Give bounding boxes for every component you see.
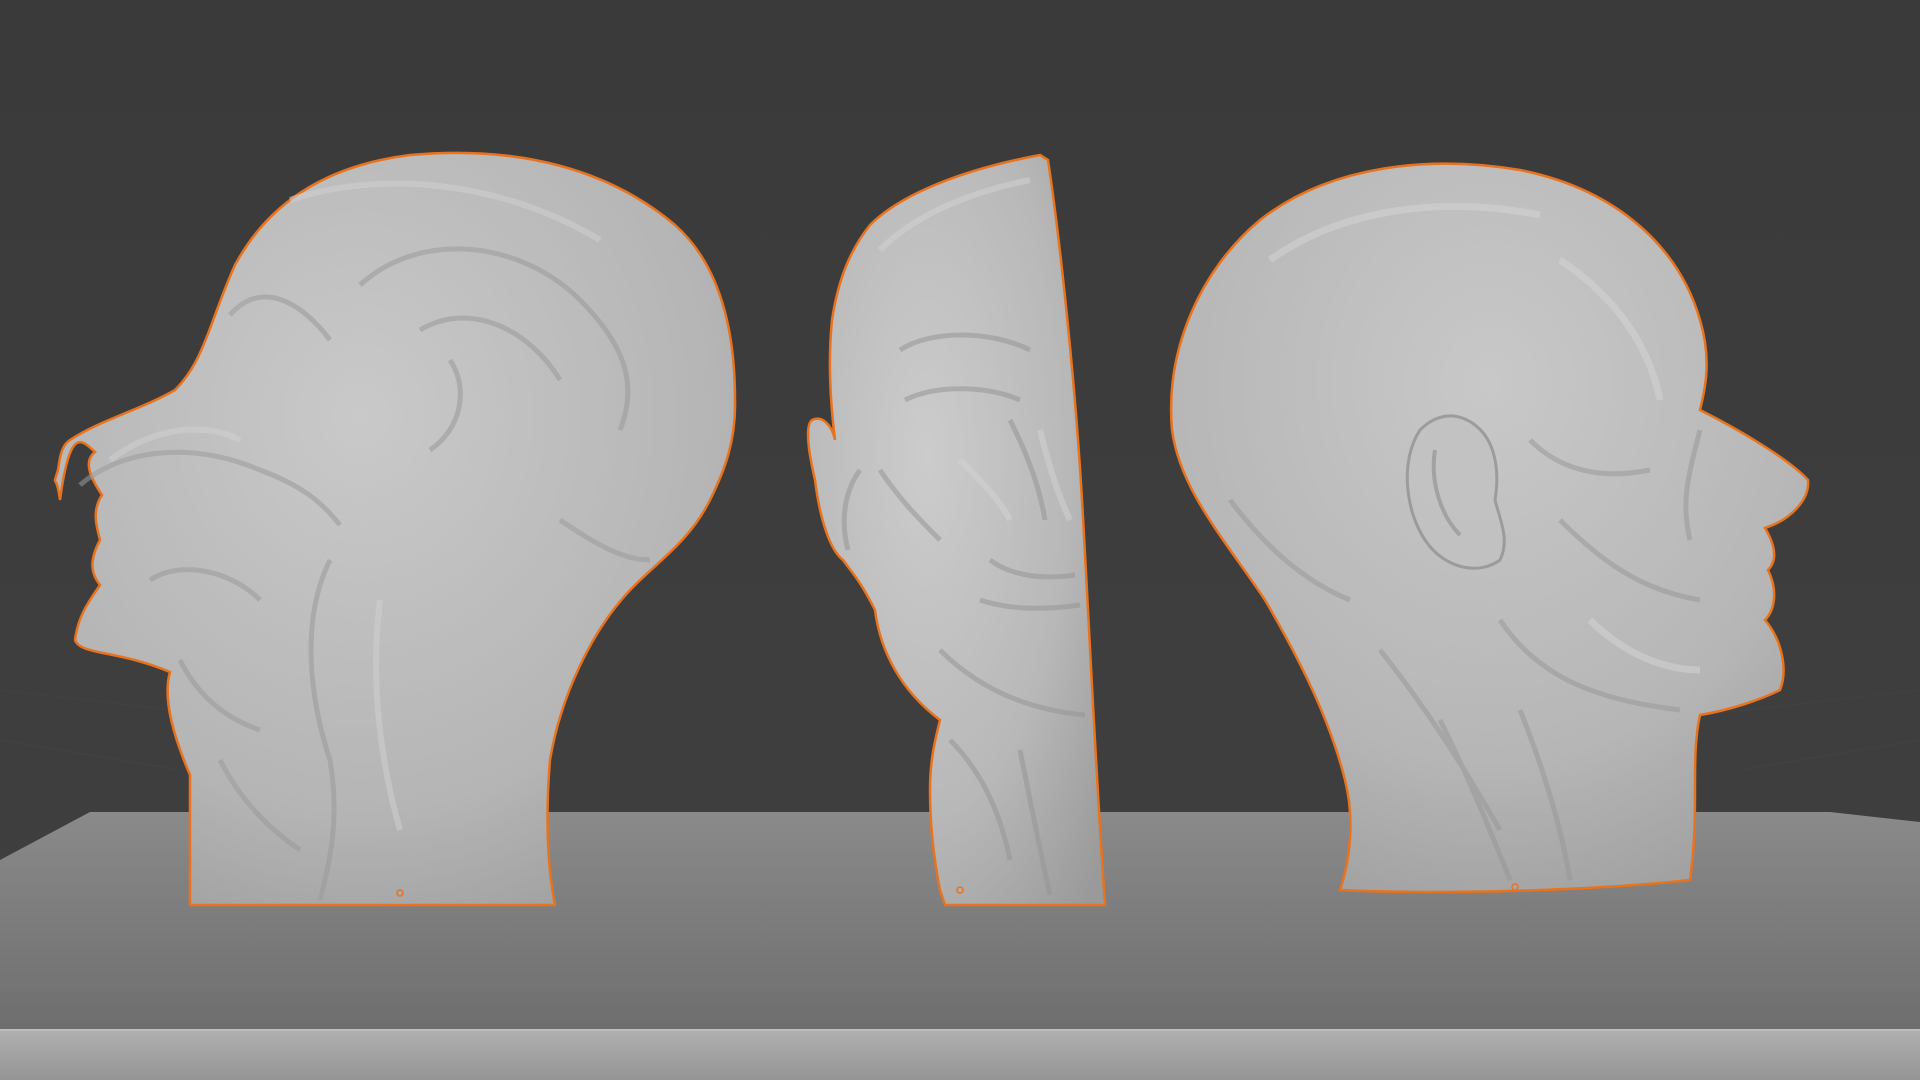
floor-plane-front-edge bbox=[0, 1030, 1920, 1080]
3d-viewport[interactable] bbox=[0, 0, 1920, 1080]
viewport-scene[interactable] bbox=[0, 0, 1920, 1080]
